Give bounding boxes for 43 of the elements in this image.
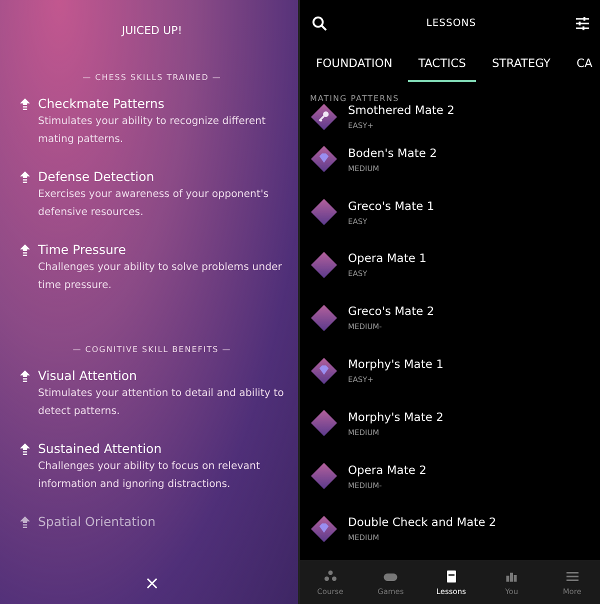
- skill-description: Challenges your ability to focus on relevant information and ignoring distractions.: [38, 460, 261, 492]
- skill-description: Exercises your awareness of your opponent's defensive resources.: [38, 188, 270, 220]
- filter-sliders-icon[interactable]: [575, 16, 590, 30]
- close-button[interactable]: ×: [140, 573, 164, 594]
- lesson-title: Opera Mate 2: [348, 462, 426, 477]
- up-arrow-icon: [20, 443, 30, 457]
- search-icon[interactable]: [312, 16, 327, 30]
- lesson-title: Morphy's Mate 1: [348, 357, 444, 372]
- skill-name: Defense Detection: [38, 169, 156, 184]
- up-arrow-icon: [20, 244, 30, 258]
- skill-name: Time Pressure: [38, 242, 127, 257]
- lesson-diamond-icon[interactable]: [310, 103, 338, 131]
- lesson-title: Double Check and Mate 2: [348, 515, 496, 530]
- lesson-title: Greco's Mate 2: [348, 304, 434, 318]
- lesson-title: Smothered Mate 2: [348, 103, 454, 117]
- section-heading: — COGNITIVE SKILL BENEFITS —: [72, 345, 232, 354]
- skill-description: Stimulates your ability to recognize different mating patterns.: [38, 115, 267, 147]
- section-label: MATING PATTERNS: [310, 94, 400, 103]
- lesson-title: Morphy's Mate 2: [348, 410, 444, 424]
- lesson-diamond-icon[interactable]: [310, 514, 338, 543]
- lesson-diamond-icon[interactable]: [310, 356, 338, 385]
- skill-name: Checkmate Patterns: [38, 96, 166, 111]
- up-arrow-icon: [20, 98, 30, 112]
- up-arrow-icon: [20, 370, 30, 384]
- skill-name: Spatial Orientation: [38, 514, 156, 529]
- lesson-diamond-icon[interactable]: [310, 145, 338, 174]
- screen-title: LESSONS: [426, 18, 476, 28]
- three-dots-icon[interactable]: [322, 568, 338, 584]
- lesson-title: Opera Mate 1: [348, 251, 426, 266]
- skill-description: Challenges your ability to solve problems under time pressure.: [38, 261, 283, 293]
- skill-name: Visual Attention: [38, 368, 138, 383]
- skill-name: Sustained Attention: [38, 441, 163, 456]
- panel-title: JUICED UP!: [120, 24, 184, 37]
- skill-description: Stimulates your attention to detail and ability to detect patterns.: [38, 387, 284, 419]
- up-arrow-icon: [20, 516, 30, 530]
- category-tab[interactable]: TACTICS: [408, 52, 476, 82]
- section-heading: — CHESS SKILLS TRAINED —: [82, 73, 222, 82]
- category-tab[interactable]: FOUNDATION: [306, 52, 402, 82]
- lesson-title: Boden's Mate 2: [348, 146, 437, 160]
- category-tab[interactable]: STRATEGY: [482, 52, 560, 82]
- lesson-title: Greco's Mate 1: [348, 198, 434, 213]
- category-tab[interactable]: CA: [566, 52, 600, 82]
- up-arrow-icon: [20, 171, 30, 185]
